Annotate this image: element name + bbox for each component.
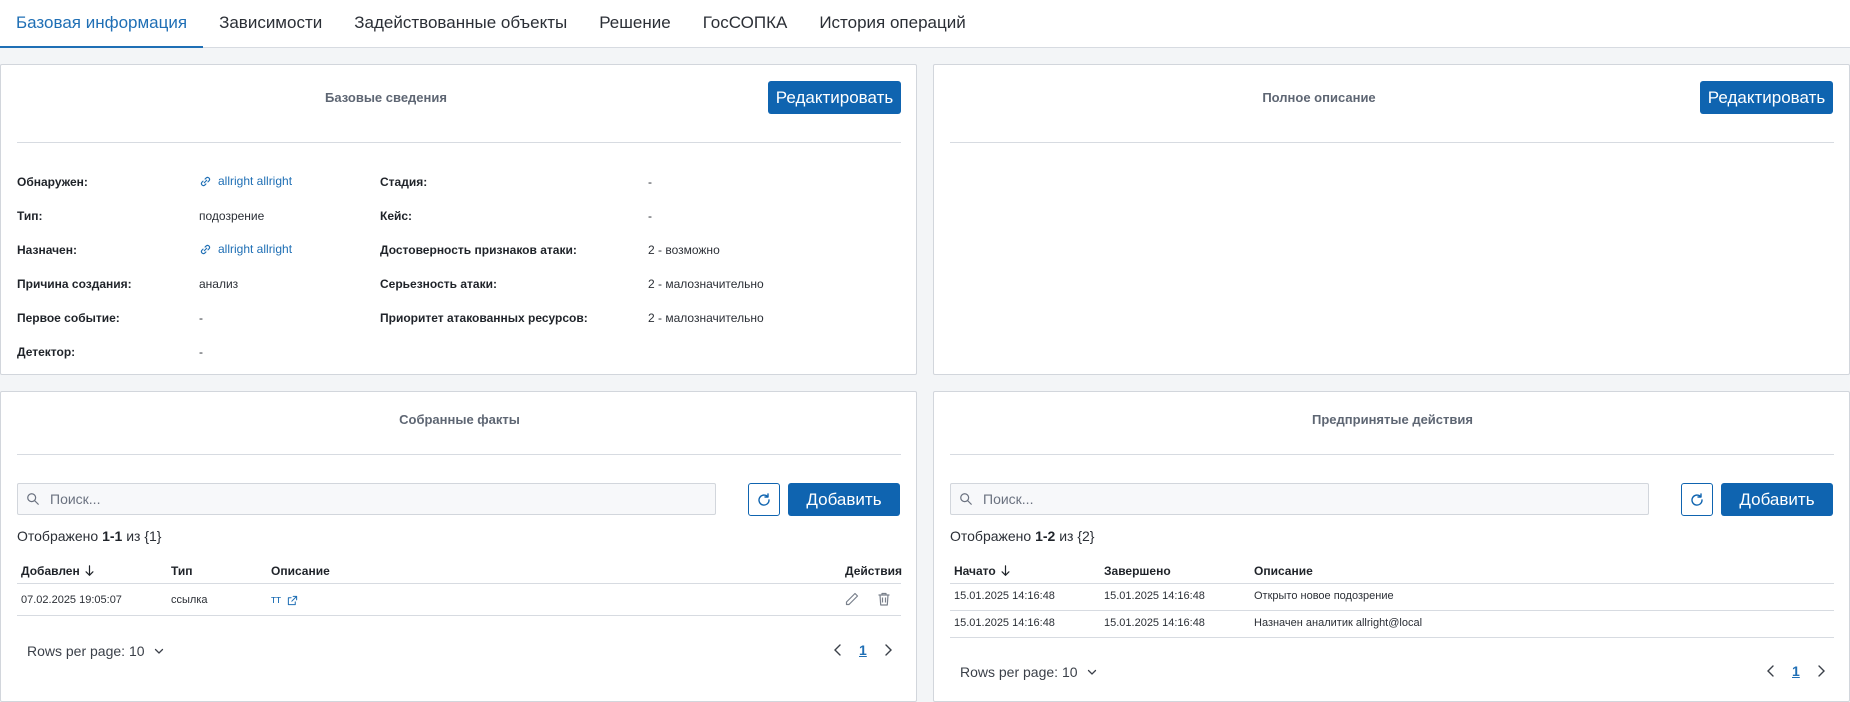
- actions-search[interactable]: [950, 483, 1649, 515]
- facts-title: Собранные факты: [399, 412, 520, 427]
- tab-base-info[interactable]: Базовая информация: [0, 0, 204, 48]
- actions-add-button[interactable]: Добавить: [1721, 483, 1833, 516]
- actions-search-input[interactable]: [983, 491, 1604, 507]
- fact-added: 07.02.2025 19:05:07: [21, 594, 122, 606]
- detector-label: Детектор:: [17, 345, 76, 359]
- tab-dependencies[interactable]: Зависимости: [203, 0, 338, 47]
- facts-refresh-button[interactable]: [748, 483, 780, 516]
- actions-panel: Предпринятые действия Добавить Отображен…: [933, 391, 1850, 702]
- divider: [950, 610, 1834, 611]
- divider: [17, 615, 901, 616]
- facts-panel: Собранные факты Добавить Отображено 1-1 …: [0, 391, 917, 702]
- facts-search[interactable]: [17, 483, 716, 515]
- detected-link[interactable]: allright allright: [199, 174, 292, 188]
- col-type: Тип: [171, 564, 193, 578]
- actions-title: Предпринятые действия: [1312, 412, 1473, 427]
- chevron-right-icon[interactable]: [1816, 664, 1826, 678]
- external-link-icon: [287, 595, 298, 605]
- edit-icon[interactable]: [844, 591, 860, 610]
- divider: [950, 583, 1834, 584]
- full-description-panel: Полное описание Редактировать: [933, 64, 1850, 375]
- base-info-title: Базовые сведения: [325, 90, 447, 105]
- page-number[interactable]: 1: [1792, 663, 1800, 679]
- type-value: подозрение: [199, 209, 265, 223]
- detector-value: -: [199, 345, 203, 359]
- tab-resolution[interactable]: Решение: [583, 0, 686, 47]
- page-number[interactable]: 1: [859, 642, 867, 658]
- divider: [17, 454, 901, 455]
- action-finished: 15.01.2025 14:16:48: [1104, 617, 1205, 629]
- facts-add-button[interactable]: Добавить: [788, 483, 900, 516]
- base-info-edit-button[interactable]: Редактировать: [768, 81, 901, 114]
- link-icon: [200, 176, 211, 186]
- divider: [17, 583, 901, 584]
- col-started[interactable]: Начато: [954, 564, 1011, 578]
- chevron-left-icon[interactable]: [1766, 664, 1776, 678]
- assigned-label: Назначен:: [17, 243, 77, 257]
- action-description: Назначен аналитик allright@local: [1254, 617, 1423, 629]
- facts-pagination: 1: [833, 642, 893, 658]
- divider: [17, 142, 901, 143]
- tab-bar: Базовая информация Зависимости Задейство…: [0, 0, 1850, 48]
- delete-icon[interactable]: [876, 591, 892, 610]
- facts-search-input[interactable]: [50, 491, 671, 507]
- detected-label: Обнаружен:: [17, 175, 88, 189]
- actions-count: Отображено 1-2 из {2}: [950, 528, 1095, 544]
- resource-priority-value: 2 - малозначительно: [648, 311, 764, 325]
- full-description-edit-button[interactable]: Редактировать: [1700, 81, 1833, 114]
- tab-involved-objects[interactable]: Задействованные объекты: [338, 0, 583, 47]
- action-started: 15.01.2025 14:16:48: [954, 617, 1055, 629]
- sort-down-icon: [1001, 565, 1010, 577]
- search-icon: [960, 493, 972, 505]
- attack-severity-label: Серьезность атаки:: [380, 277, 497, 291]
- action-finished: 15.01.2025 14:16:48: [1104, 590, 1205, 602]
- refresh-icon: [1691, 492, 1703, 506]
- chevron-down-icon: [1087, 669, 1096, 675]
- attack-severity-value: 2 - малозначительно: [648, 277, 764, 291]
- assigned-value: allright allright: [218, 242, 293, 256]
- creation-reason-label: Причина создания:: [17, 277, 132, 291]
- first-event-label: Первое событие:: [17, 311, 120, 325]
- chevron-left-icon[interactable]: [833, 643, 843, 657]
- action-description: Открыто новое подозрение: [1254, 590, 1394, 602]
- sort-down-icon: [85, 565, 94, 577]
- creation-reason-value: анализ: [199, 277, 239, 291]
- type-label: Тип:: [17, 209, 43, 223]
- assigned-link[interactable]: allright allright: [199, 242, 292, 256]
- resource-priority-label: Приоритет атакованных ресурсов:: [380, 311, 588, 325]
- actions-rows-per-page[interactable]: Rows per page: 10: [960, 664, 1098, 680]
- first-event-value: -: [199, 311, 203, 325]
- base-info-panel: Базовые сведения Редактировать Обнаружен…: [0, 64, 917, 375]
- chevron-down-icon: [154, 648, 163, 654]
- actions-refresh-button[interactable]: [1681, 483, 1713, 516]
- attack-confidence-value: 2 - возможно: [648, 243, 720, 257]
- case-value: -: [648, 209, 652, 223]
- col-finished: Завершено: [1104, 564, 1171, 578]
- col-description: Описание: [1254, 564, 1313, 578]
- divider: [950, 454, 1834, 455]
- action-started: 15.01.2025 14:16:48: [954, 590, 1055, 602]
- col-added[interactable]: Добавлен: [21, 564, 95, 578]
- stage-value: -: [648, 175, 652, 189]
- divider: [950, 142, 1834, 143]
- full-description-title: Полное описание: [1262, 90, 1376, 105]
- case-label: Кейс:: [380, 209, 413, 223]
- tab-gossopka[interactable]: ГосСОПКА: [687, 0, 804, 47]
- facts-rows-per-page[interactable]: Rows per page: 10: [27, 643, 165, 659]
- col-description: Описание: [271, 564, 330, 578]
- tab-operation-history[interactable]: История операций: [803, 0, 981, 47]
- link-icon: [200, 244, 211, 254]
- fact-description-link[interactable]: тт: [271, 594, 298, 606]
- stage-label: Стадия:: [380, 175, 428, 189]
- detected-value: allright allright: [218, 174, 293, 188]
- attack-confidence-label: Достоверность признаков атаки:: [380, 243, 577, 257]
- facts-count: Отображено 1-1 из {1}: [17, 528, 162, 544]
- col-actions: Действия: [845, 564, 903, 578]
- divider: [950, 637, 1834, 638]
- fact-type: ссылка: [171, 594, 208, 606]
- search-icon: [27, 493, 39, 505]
- actions-pagination: 1: [1766, 663, 1826, 679]
- refresh-icon: [758, 492, 770, 506]
- chevron-right-icon[interactable]: [883, 643, 893, 657]
